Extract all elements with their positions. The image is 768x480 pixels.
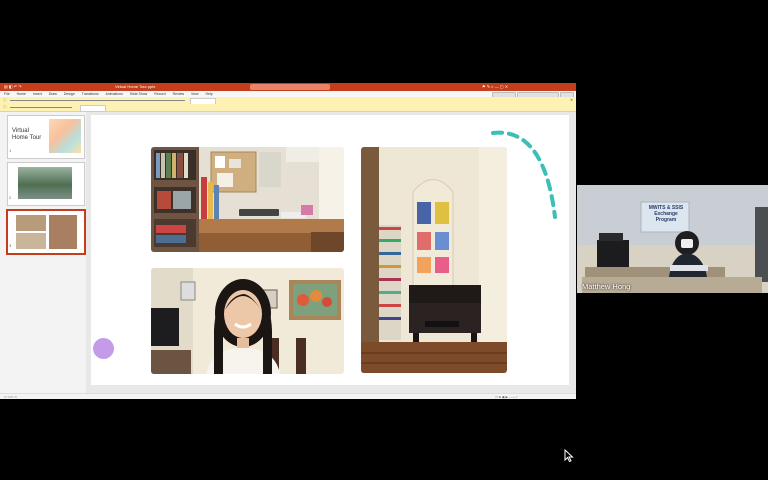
info-icon: ⓘ: [3, 98, 7, 102]
ribbon-tab-file[interactable]: File: [4, 92, 10, 96]
info-bar-message: [10, 107, 72, 108]
powerpoint-title-bar: ▤ ◧ ↶ ↷ Virtual Home Tour.pptx ⚑ ✎ ◐ — ▢…: [0, 83, 576, 91]
ribbon-tab-record[interactable]: Record: [154, 92, 165, 96]
app-menu-icon[interactable]: ▤ ◧ ↶ ↷: [4, 83, 22, 91]
window-controls[interactable]: ⚑ ✎ ◐ — ▢ ✕: [482, 83, 508, 91]
participant-camera-feed: [577, 185, 768, 293]
status-bar: ▭ ▭▭ ▭ ▭ ⊞ ▣ ▶ — + ⤢: [0, 393, 576, 399]
ribbon-tab-help[interactable]: Help: [206, 92, 213, 96]
ribbon-tab-design[interactable]: Design: [64, 92, 75, 96]
participant-video-tile[interactable]: MWITS & SSIS Exchange Program Matthew Ho…: [577, 185, 768, 293]
ribbon-tab-review[interactable]: Review: [173, 92, 184, 96]
ribbon-tab-insert[interactable]: Insert: [33, 92, 42, 96]
decorative-purple-circle: [93, 338, 114, 359]
slide-number: 3: [9, 243, 12, 248]
living-room-selfie-photo: [151, 268, 344, 374]
slide-thumbnail-3-selected[interactable]: 3: [6, 209, 86, 255]
current-slide: [91, 115, 569, 385]
slide-editing-area: [86, 112, 576, 393]
piano-photo-mini: [49, 215, 77, 249]
document-title: Virtual Home Tour.pptx: [115, 84, 156, 89]
info-bar-2: ⓘ: [0, 104, 576, 112]
house-illustration-image: [49, 119, 81, 153]
shared-screen: ▤ ◧ ↶ ↷ Virtual Home Tour.pptx ⚑ ✎ ◐ — ▢…: [0, 83, 576, 399]
desk-photo-mini: [16, 215, 46, 231]
piano-hallway-photo: [361, 147, 507, 373]
participant-name-label: Matthew Hong: [582, 282, 631, 291]
slide-number: 1: [9, 148, 12, 153]
info-bar-message: [10, 100, 185, 101]
study-desk-photo: [151, 147, 344, 252]
slide-number: 2: [9, 195, 12, 200]
slide-thumbnail-1[interactable]: 1 Virtual Home Tour: [7, 115, 85, 159]
search-box[interactable]: [250, 84, 330, 90]
info-bar-button[interactable]: [80, 105, 106, 112]
slide-count-text: ▭ ▭▭ ▭: [4, 395, 18, 399]
exchange-program-banner: MWITS & SSIS Exchange Program: [648, 205, 684, 223]
slide-thumbnail-title: Virtual Home Tour: [12, 128, 42, 141]
slide-thumbnail-pane: 1 Virtual Home Tour 2 3: [0, 112, 87, 393]
mouse-cursor-icon: [564, 449, 574, 463]
ribbon-tab-draw[interactable]: Draw: [49, 92, 57, 96]
ribbon-tab-slideshow[interactable]: Slide Show: [130, 92, 148, 96]
garden-photo: [18, 167, 72, 199]
ribbon-tab-home[interactable]: Home: [17, 92, 26, 96]
close-icon[interactable]: ✕: [570, 97, 573, 104]
ribbon-tab-view[interactable]: View: [191, 92, 199, 96]
selfie-photo-mini: [16, 233, 46, 249]
view-buttons[interactable]: ▭ ⊞ ▣ ▶ — + ⤢: [495, 394, 518, 399]
ribbon-tab-transitions[interactable]: Transitions: [82, 92, 99, 96]
slide-thumbnail-2[interactable]: 2: [7, 162, 85, 206]
ribbon-tab-animations[interactable]: Animations: [105, 92, 122, 96]
info-bar-1: ⓘ ✕: [0, 97, 576, 105]
info-icon: ⓘ: [3, 105, 7, 109]
